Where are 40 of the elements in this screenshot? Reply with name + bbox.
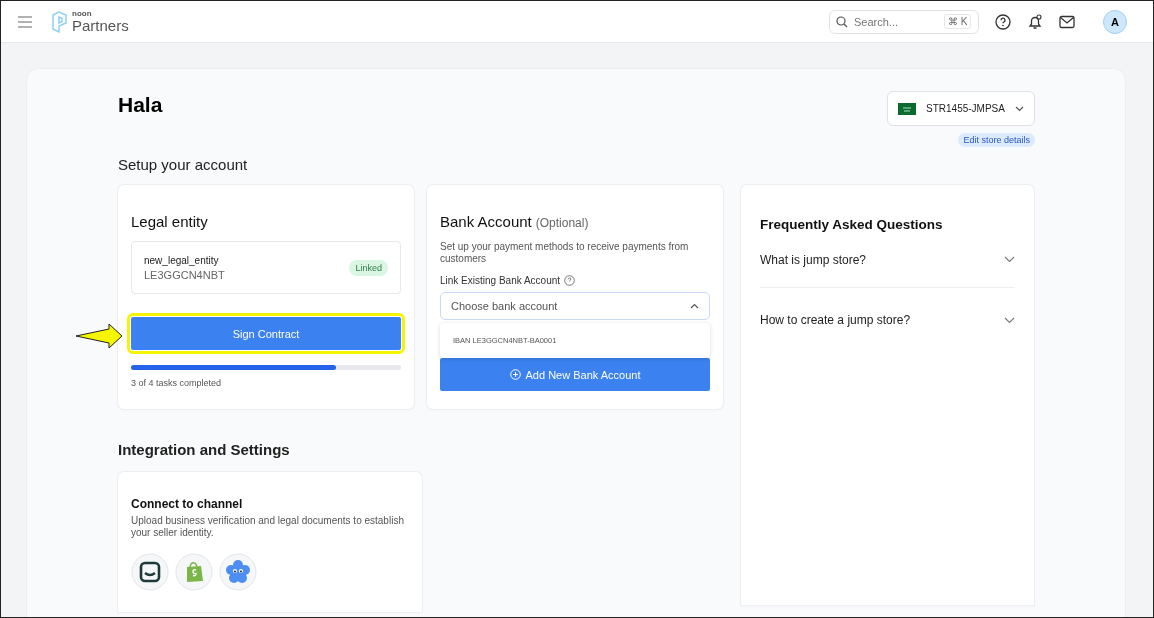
logo-icon bbox=[51, 10, 68, 33]
card-title: Legal entity bbox=[131, 213, 209, 230]
logo-text: noon bbox=[72, 10, 93, 18]
plus-circle-icon bbox=[509, 369, 521, 380]
section-title: Setup your account bbox=[118, 156, 249, 173]
chevron-down-icon bbox=[1015, 105, 1024, 112]
search-icon bbox=[836, 15, 848, 28]
logo-text: Partners bbox=[72, 18, 129, 33]
optional-note: (Optional) bbox=[535, 216, 589, 230]
field-label: Link Existing Bank Account bbox=[440, 275, 561, 286]
chevron-down-icon bbox=[1004, 256, 1015, 263]
faq-item[interactable]: What is jump store? bbox=[760, 232, 1015, 288]
edit-store-link[interactable]: Edit store details bbox=[958, 133, 1035, 147]
flag-icon bbox=[898, 102, 916, 115]
chevron-up-icon bbox=[690, 303, 699, 309]
card-description: Set up your payment methods to receive payments from customers bbox=[440, 241, 690, 265]
tray-icon[interactable] bbox=[131, 553, 169, 591]
help-icon[interactable] bbox=[995, 13, 1011, 30]
status-badge: Linked bbox=[349, 259, 388, 276]
add-bank-account-button[interactable]: Add New Bank Account bbox=[440, 358, 710, 391]
search-bar[interactable]: Search... ⌘ K bbox=[829, 9, 979, 34]
arrow-icon bbox=[75, 323, 123, 349]
chevron-down-icon bbox=[1004, 316, 1015, 324]
entity-id: LE3GGCN4NBT bbox=[144, 268, 225, 281]
entity-name: new_legal_entity bbox=[144, 254, 220, 266]
card-title: Connect to channel bbox=[131, 497, 244, 511]
card-title: Frequently Asked Questions bbox=[760, 217, 944, 232]
flower-icon[interactable] bbox=[219, 553, 257, 591]
store-selector[interactable]: STR1455-JMPSA bbox=[887, 91, 1035, 126]
faq-item[interactable]: How to create a jump store? bbox=[760, 288, 1015, 352]
mail-icon[interactable] bbox=[1059, 14, 1075, 29]
card-title: Bank Account bbox=[440, 213, 532, 230]
progress-text: 3 of 4 tasks completed bbox=[131, 378, 223, 388]
bell-icon[interactable] bbox=[1027, 13, 1043, 30]
card-description: Upload business verification and legal documents to establish your seller identity. bbox=[131, 515, 405, 539]
greeting-title: Hala bbox=[118, 93, 163, 117]
bank-account-dropdown[interactable]: Choose bank account bbox=[440, 292, 710, 320]
section-title: Integration and Settings bbox=[118, 441, 291, 458]
avatar[interactable]: A bbox=[1103, 9, 1127, 34]
shortcut-hint: ⌘ K bbox=[944, 14, 972, 29]
